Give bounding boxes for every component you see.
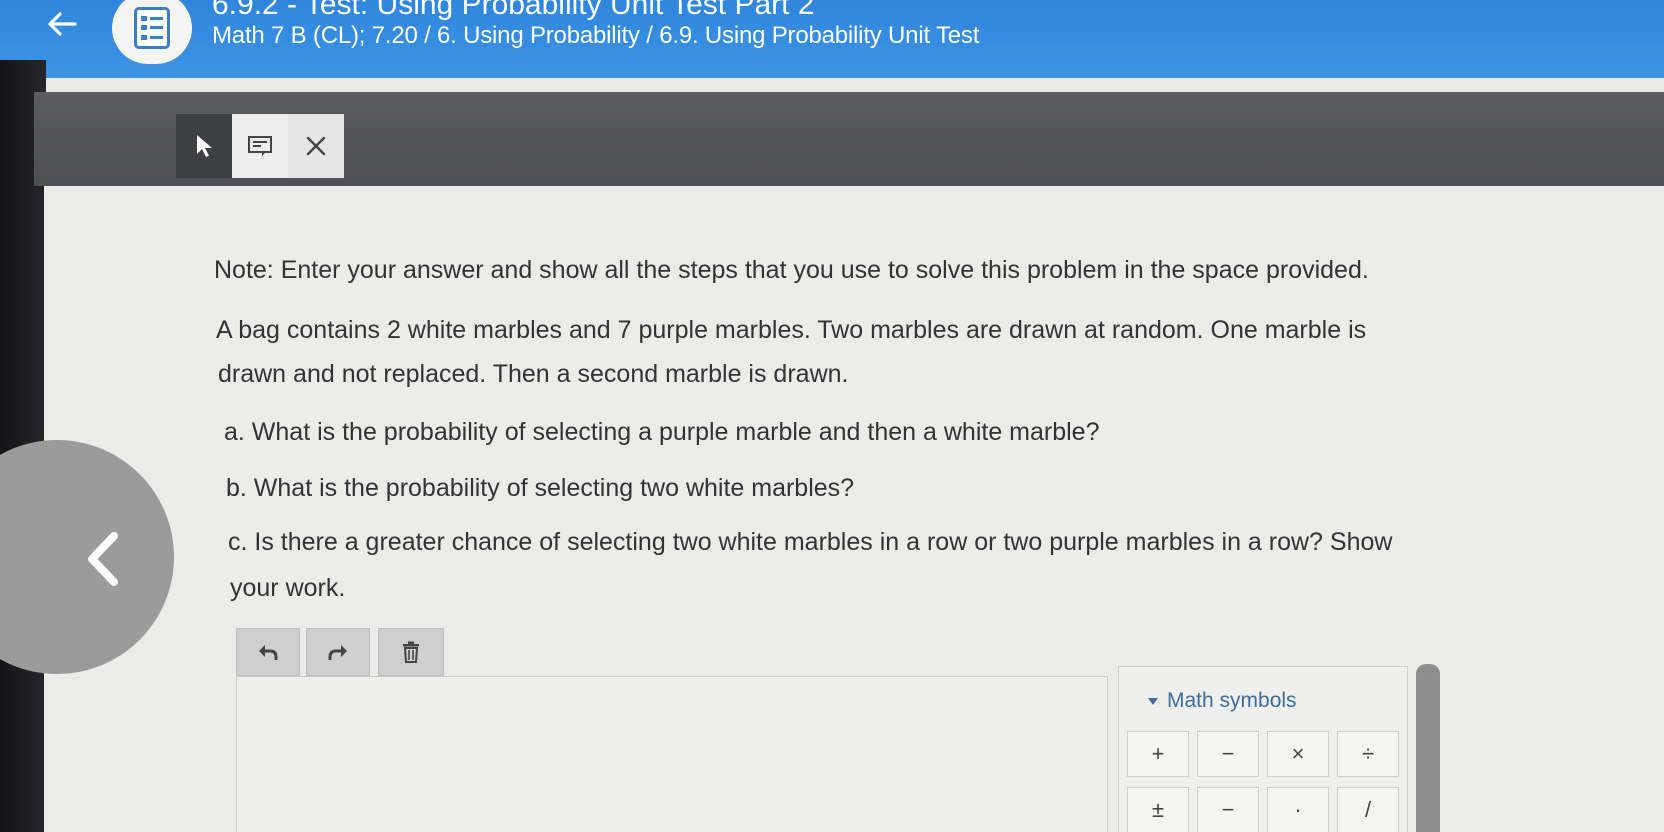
screen: 6.9.2 - Test: Using Probability Unit Tes…: [0, 0, 1664, 832]
close-icon: [306, 136, 326, 156]
math-symbols-label: Math symbols: [1167, 689, 1297, 712]
minus-symbol-button-2[interactable]: −: [1197, 787, 1259, 832]
plus-minus-symbol-button[interactable]: ±: [1127, 787, 1189, 832]
checklist-icon[interactable]: [112, 0, 192, 64]
problem-text-line2: drawn and not replaced. Then a second ma…: [218, 360, 849, 388]
pointer-tool-button[interactable]: [176, 114, 232, 178]
clear-button[interactable]: [378, 628, 444, 676]
pointer-icon: [197, 135, 212, 157]
back-button[interactable]: [38, 4, 86, 44]
note-text: Note: Enter your answer and show all the…: [214, 256, 1369, 284]
part-b-text: b. What is the probability of selecting …: [226, 474, 855, 502]
close-tool-button[interactable]: [288, 114, 344, 178]
math-symbols-panel: Math symbols + − × ÷ ± − · /: [1118, 666, 1408, 832]
caret-down-icon: [1148, 698, 1158, 705]
minus-symbol-button[interactable]: −: [1197, 731, 1259, 777]
plus-symbol-button[interactable]: +: [1127, 731, 1189, 777]
redo-icon: [328, 645, 347, 660]
note-icon: [248, 136, 272, 156]
part-a-text: a. What is the probability of selecting …: [224, 418, 1100, 446]
dot-symbol-button[interactable]: ·: [1267, 787, 1329, 832]
back-arrow-icon: [48, 12, 77, 36]
divide-symbol-button[interactable]: ÷: [1337, 731, 1399, 777]
part-c-text-line1: c. Is there a greater chance of selectin…: [228, 528, 1393, 556]
scrollbar[interactable]: [1416, 664, 1440, 832]
answer-input[interactable]: [236, 676, 1108, 832]
undo-icon: [259, 645, 278, 660]
math-symbols-toggle[interactable]: Math symbols: [1147, 689, 1297, 713]
redo-button[interactable]: [306, 628, 370, 676]
breadcrumb: Math 7 B (CL); 7.20 / 6. Using Probabili…: [212, 22, 980, 49]
page-title: 6.9.2 - Test: Using Probability Unit Tes…: [212, 0, 815, 21]
undo-button[interactable]: [236, 628, 300, 676]
tool-group: [176, 114, 344, 178]
note-tool-button[interactable]: [232, 114, 288, 178]
app-header: 6.9.2 - Test: Using Probability Unit Tes…: [0, 0, 1664, 78]
chevron-left-icon: [88, 532, 118, 586]
times-symbol-button[interactable]: ×: [1267, 731, 1329, 777]
trash-icon: [403, 641, 419, 663]
part-c-text-line2: your work.: [230, 574, 346, 602]
slash-symbol-button[interactable]: /: [1337, 787, 1399, 832]
problem-text-line1: A bag contains 2 white marbles and 7 pur…: [216, 316, 1367, 344]
